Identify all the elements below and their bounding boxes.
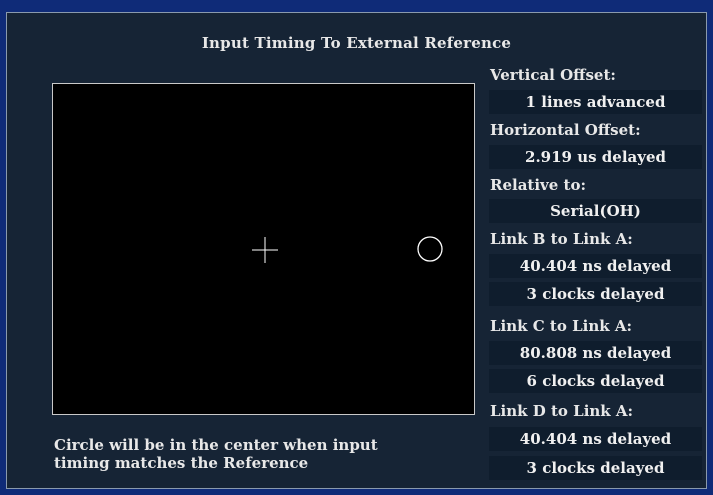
crosshair-icon [252,237,278,263]
link-b-ns-value: 40.404 ns delayed [489,254,702,278]
instruction-note: Circle will be in the center when input … [54,436,474,472]
circle-icon [417,236,443,262]
link-d-clocks-value: 3 clocks delayed [489,456,702,480]
horizontal-offset-value: 2.919 us delayed [489,145,702,169]
link-b-clocks-value: 3 clocks delayed [489,282,702,306]
readout-column: Vertical Offset: 1 lines advanced Horizo… [484,0,706,495]
horizontal-offset-label: Horizontal Offset: [490,121,641,139]
link-c-ns-value: 80.808 ns delayed [489,341,702,365]
relative-to-label: Relative to: [490,176,587,194]
instruction-line-2: timing matches the Reference [54,454,309,472]
link-d-label: Link D to Link A: [490,402,634,420]
link-c-label: Link C to Link A: [490,317,633,335]
instruction-line-1: Circle will be in the center when input [54,436,378,454]
link-b-label: Link B to Link A: [490,230,633,248]
relative-to-value: Serial(OH) [489,199,702,223]
link-d-ns-value: 40.404 ns delayed [489,427,702,451]
vertical-offset-label: Vertical Offset: [490,66,616,84]
link-c-clocks-value: 6 clocks delayed [489,369,702,393]
vertical-offset-value: 1 lines advanced [489,90,702,114]
